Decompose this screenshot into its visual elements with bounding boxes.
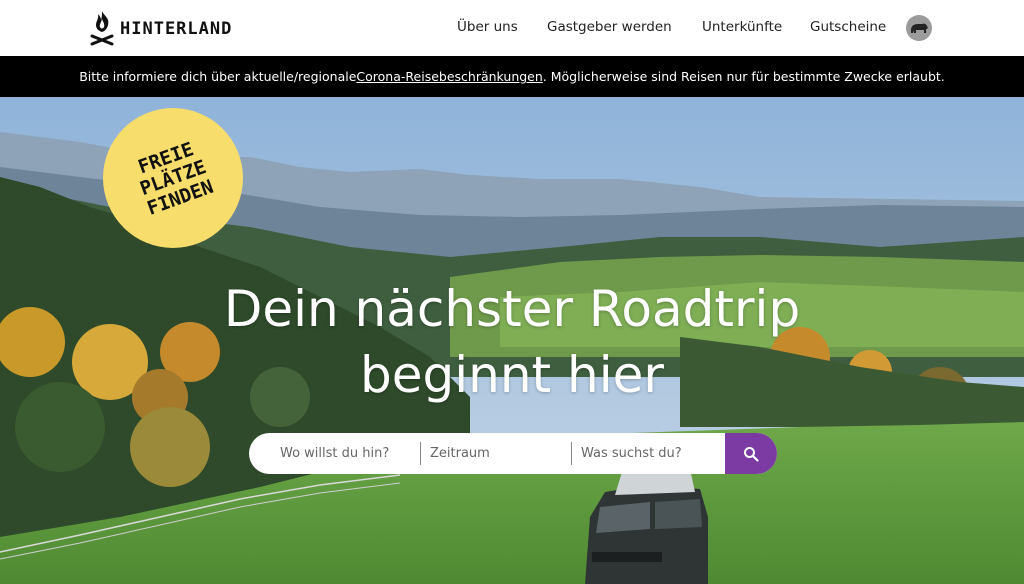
search-icon	[744, 446, 759, 462]
headline-line-1: Dein nächster Roadtrip	[223, 280, 801, 338]
notice-text-after: . Möglicherweise sind Reisen nur für bes…	[542, 69, 945, 84]
notice-link-corona[interactable]: Corona-Reisebeschränkungen	[356, 69, 542, 84]
notice-text-before: Bitte informiere dich über aktuelle/regi…	[79, 69, 357, 84]
brand-logo[interactable]: HINTERLAND	[90, 10, 232, 48]
search-what-field[interactable]: Was suchst du?	[581, 433, 721, 474]
nav-link-ueber-uns[interactable]: Über uns	[457, 19, 518, 35]
search-button[interactable]	[725, 433, 777, 474]
hero-headline: Dein nächster Roadtrip beginnt hier	[0, 276, 1024, 408]
bear-icon	[911, 23, 928, 33]
search-divider	[571, 442, 572, 465]
free-spots-badge[interactable]: FREIE PLÄTZE FINDEN	[103, 108, 243, 248]
search-where-field[interactable]: Wo willst du hin?	[280, 433, 420, 474]
search-divider	[420, 442, 421, 465]
nav-link-gutscheine[interactable]: Gutscheine	[810, 19, 886, 35]
nav-link-gastgeber-werden[interactable]: Gastgeber werden	[547, 19, 672, 35]
brand-name: HINTERLAND	[120, 19, 233, 39]
corona-notice-bar: Bitte informiere dich über aktuelle/regi…	[0, 56, 1024, 97]
campfire-icon	[90, 11, 114, 46]
site-header: HINTERLAND Über uns Gastgeber werden Unt…	[0, 0, 1024, 56]
user-avatar[interactable]	[906, 15, 932, 41]
headline-line-2: beginnt hier	[360, 346, 664, 404]
search-bar: Wo willst du hin? Zeitraum Was suchst du…	[249, 433, 777, 474]
badge-text: FREIE PLÄTZE FINDEN	[130, 137, 216, 220]
nav-link-unterkuenfte[interactable]: Unterkünfte	[702, 19, 782, 35]
search-when-field[interactable]: Zeitraum	[430, 433, 570, 474]
